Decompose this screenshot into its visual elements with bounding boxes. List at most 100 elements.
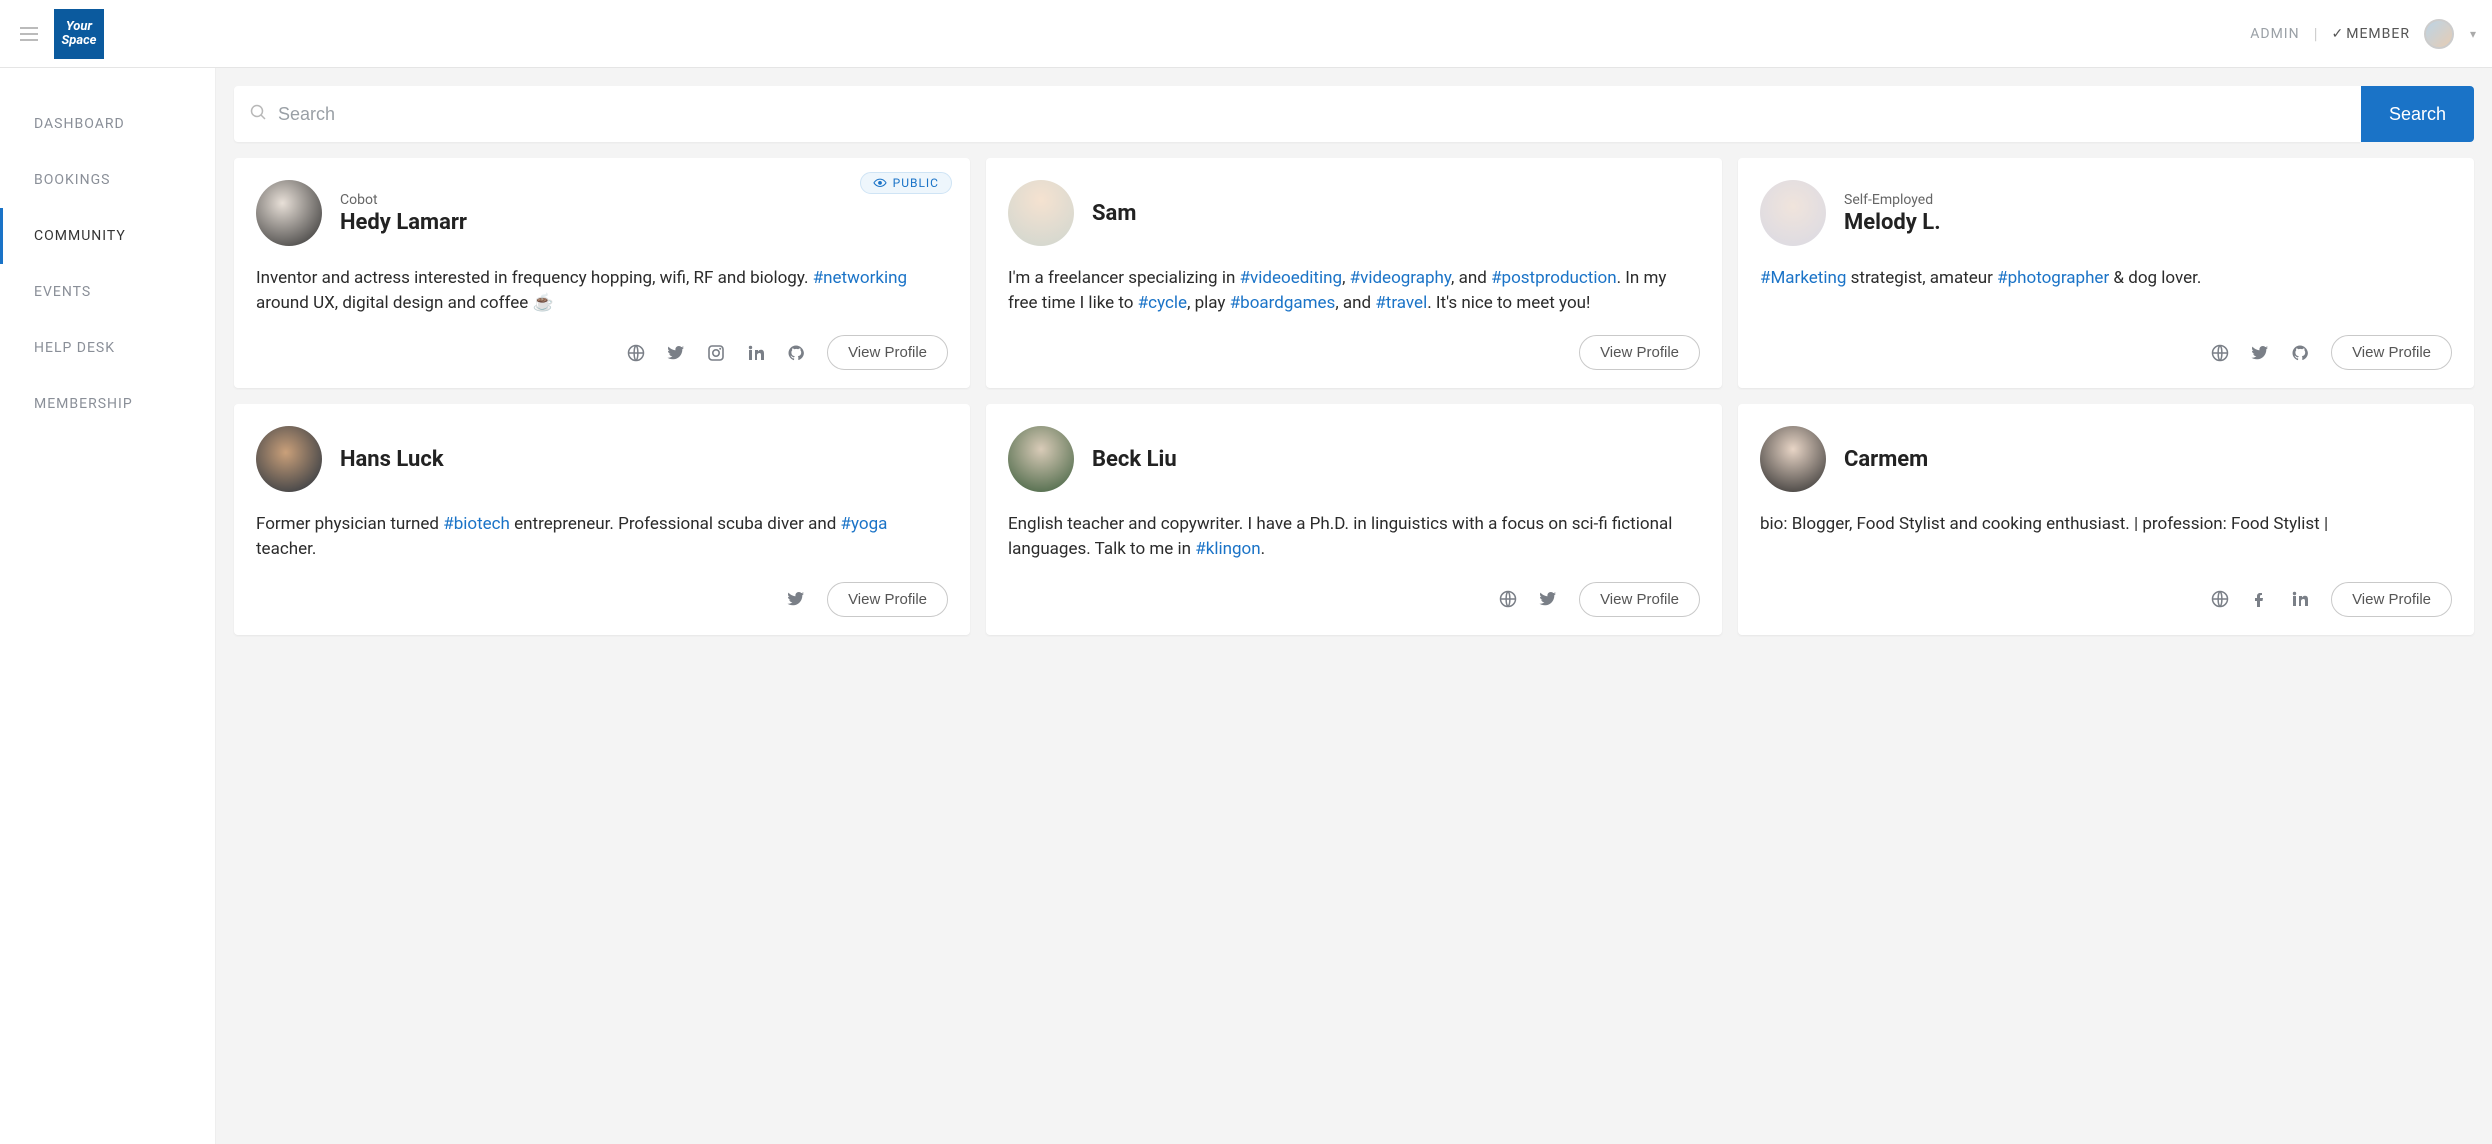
card-header: Self-EmployedMelody L. bbox=[1760, 180, 2452, 246]
sidebar-item-membership[interactable]: MEMBERSHIP bbox=[0, 376, 215, 432]
member-avatar bbox=[1008, 426, 1074, 492]
hashtag-link[interactable]: #yoga bbox=[841, 514, 888, 534]
bio-text: Former physician turned bbox=[256, 514, 443, 534]
member-bio: Inventor and actress interested in frequ… bbox=[256, 266, 948, 315]
bio-text: entrepreneur. Professional scuba diver a… bbox=[510, 514, 841, 534]
hashtag-link[interactable]: #videoediting bbox=[1240, 268, 1343, 288]
hashtag-link[interactable]: #videography bbox=[1350, 268, 1451, 288]
bio-text: & dog lover. bbox=[2109, 268, 2201, 288]
member-company: Cobot bbox=[340, 192, 467, 208]
card-footer: View Profile bbox=[1008, 582, 1700, 617]
sidebar-item-bookings[interactable]: BOOKINGS bbox=[0, 152, 215, 208]
hashtag-link[interactable]: #klingon bbox=[1195, 539, 1260, 559]
bio-text: , bbox=[1342, 268, 1350, 288]
search-icon bbox=[250, 104, 266, 124]
bio-text: , play bbox=[1187, 293, 1230, 313]
sidebar-item-community[interactable]: COMMUNITY bbox=[0, 208, 215, 264]
bio-text: . It's nice to meet you! bbox=[1427, 293, 1590, 313]
globe-icon[interactable] bbox=[2211, 344, 2229, 362]
card-header: Beck Liu bbox=[1008, 426, 1700, 492]
card-footer: View Profile bbox=[1760, 582, 2452, 617]
member-name: Hans Luck bbox=[340, 447, 444, 472]
member-card: Sam I'm a freelancer specializing in #vid… bbox=[986, 158, 1722, 388]
view-profile-button[interactable]: View Profile bbox=[1579, 582, 1700, 617]
twitter-icon[interactable] bbox=[2251, 344, 2269, 362]
social-links bbox=[1499, 590, 1557, 608]
role-admin[interactable]: ADMIN bbox=[2250, 26, 2299, 42]
view-profile-button[interactable]: View Profile bbox=[2331, 335, 2452, 370]
globe-icon[interactable] bbox=[2211, 590, 2229, 608]
bio-text: bio: Blogger, Food Stylist and cooking e… bbox=[1760, 514, 2328, 534]
card-footer: View Profile bbox=[256, 582, 948, 617]
hashtag-link[interactable]: #Marketing bbox=[1760, 268, 1846, 288]
view-profile-button[interactable]: View Profile bbox=[827, 335, 948, 370]
hashtag-link[interactable]: #postproduction bbox=[1491, 268, 1617, 288]
brand-logo[interactable]: Your Space bbox=[54, 9, 104, 59]
twitter-icon[interactable] bbox=[667, 344, 685, 362]
sidebar-item-dashboard[interactable]: DASHBOARD bbox=[0, 96, 215, 152]
view-profile-button[interactable]: View Profile bbox=[1579, 335, 1700, 370]
member-avatar bbox=[1760, 426, 1826, 492]
member-name: Melody L. bbox=[1844, 210, 1941, 235]
role-member[interactable]: ✓MEMBER bbox=[2332, 26, 2410, 42]
linkedin-icon[interactable] bbox=[2291, 590, 2309, 608]
hashtag-link[interactable]: #biotech bbox=[443, 514, 510, 534]
chevron-down-icon[interactable]: ▾ bbox=[2470, 27, 2476, 41]
search-box bbox=[234, 86, 2361, 142]
hashtag-link[interactable]: #boardgames bbox=[1230, 293, 1336, 313]
hashtag-link[interactable]: #cycle bbox=[1138, 293, 1187, 313]
bio-text: Inventor and actress interested in frequ… bbox=[256, 268, 813, 288]
member-bio: Former physician turned #biotech entrepr… bbox=[256, 512, 948, 561]
hashtag-link[interactable]: #photographer bbox=[1997, 268, 2109, 288]
github-icon[interactable] bbox=[787, 344, 805, 362]
search-button[interactable]: Search bbox=[2361, 86, 2474, 142]
card-header: Carmem bbox=[1760, 426, 2452, 492]
user-avatar[interactable] bbox=[2424, 19, 2454, 49]
search-row: Search bbox=[234, 86, 2474, 142]
bio-text: teacher. bbox=[256, 539, 316, 559]
card-header: Hans Luck bbox=[256, 426, 948, 492]
view-profile-button[interactable]: View Profile bbox=[827, 582, 948, 617]
topbar: Your Space ADMIN | ✓MEMBER ▾ bbox=[0, 0, 2492, 68]
hashtag-link[interactable]: #networking bbox=[813, 268, 907, 288]
sidebar-item-help-desk[interactable]: HELP DESK bbox=[0, 320, 215, 376]
member-card: Beck LiuEnglish teacher and copywriter. … bbox=[986, 404, 1722, 634]
github-icon[interactable] bbox=[2291, 344, 2309, 362]
card-footer: View Profile bbox=[256, 335, 948, 370]
bio-text: . bbox=[1261, 539, 1265, 559]
twitter-icon[interactable] bbox=[787, 590, 805, 608]
instagram-icon[interactable] bbox=[707, 344, 725, 362]
menu-icon[interactable] bbox=[12, 16, 46, 52]
member-bio: I'm a freelancer specializing in #videoe… bbox=[1008, 266, 1700, 315]
role-member-label: MEMBER bbox=[2346, 26, 2410, 42]
sidebar-item-events[interactable]: EVENTS bbox=[0, 264, 215, 320]
hashtag-link[interactable]: #travel bbox=[1375, 293, 1427, 313]
member-bio: bio: Blogger, Food Stylist and cooking e… bbox=[1760, 512, 2452, 537]
topbar-right: ADMIN | ✓MEMBER ▾ bbox=[2250, 19, 2480, 49]
view-profile-button[interactable]: View Profile bbox=[2331, 582, 2452, 617]
main: Search PUBLIC Cobot Hedy Lamarr Inventor an… bbox=[216, 68, 2492, 1144]
member-card: Carmem bio: Blogger, Food Stylist and coo… bbox=[1738, 404, 2474, 634]
sidebar: DASHBOARDBOOKINGSCOMMUNITYEVENTSHELP DES… bbox=[0, 68, 216, 1144]
member-grid: PUBLIC Cobot Hedy Lamarr Inventor and actre… bbox=[234, 158, 2474, 635]
member-avatar bbox=[256, 426, 322, 492]
card-footer: View Profile bbox=[1760, 335, 2452, 370]
globe-icon[interactable] bbox=[1499, 590, 1517, 608]
member-name: Hedy Lamarr bbox=[340, 210, 467, 235]
card-header: Cobot Hedy Lamarr bbox=[256, 180, 948, 246]
bio-text: , and bbox=[1335, 293, 1375, 313]
member-card: PUBLIC Cobot Hedy Lamarr Inventor and actre… bbox=[234, 158, 970, 388]
member-name: Sam bbox=[1092, 201, 1136, 226]
bio-text: I'm a freelancer specializing in bbox=[1008, 268, 1240, 288]
bio-text: around UX, digital design and coffee ☕ bbox=[256, 293, 554, 313]
member-card: Self-EmployedMelody L.#Marketing strateg… bbox=[1738, 158, 2474, 388]
twitter-icon[interactable] bbox=[1539, 590, 1557, 608]
facebook-icon[interactable] bbox=[2251, 590, 2269, 608]
search-input[interactable] bbox=[278, 104, 2345, 125]
social-links bbox=[2211, 590, 2309, 608]
globe-icon[interactable] bbox=[627, 344, 645, 362]
card-header: Sam bbox=[1008, 180, 1700, 246]
public-badge: PUBLIC bbox=[860, 172, 952, 194]
linkedin-icon[interactable] bbox=[747, 344, 765, 362]
member-card: Hans Luck Former physician turned #biotec… bbox=[234, 404, 970, 634]
